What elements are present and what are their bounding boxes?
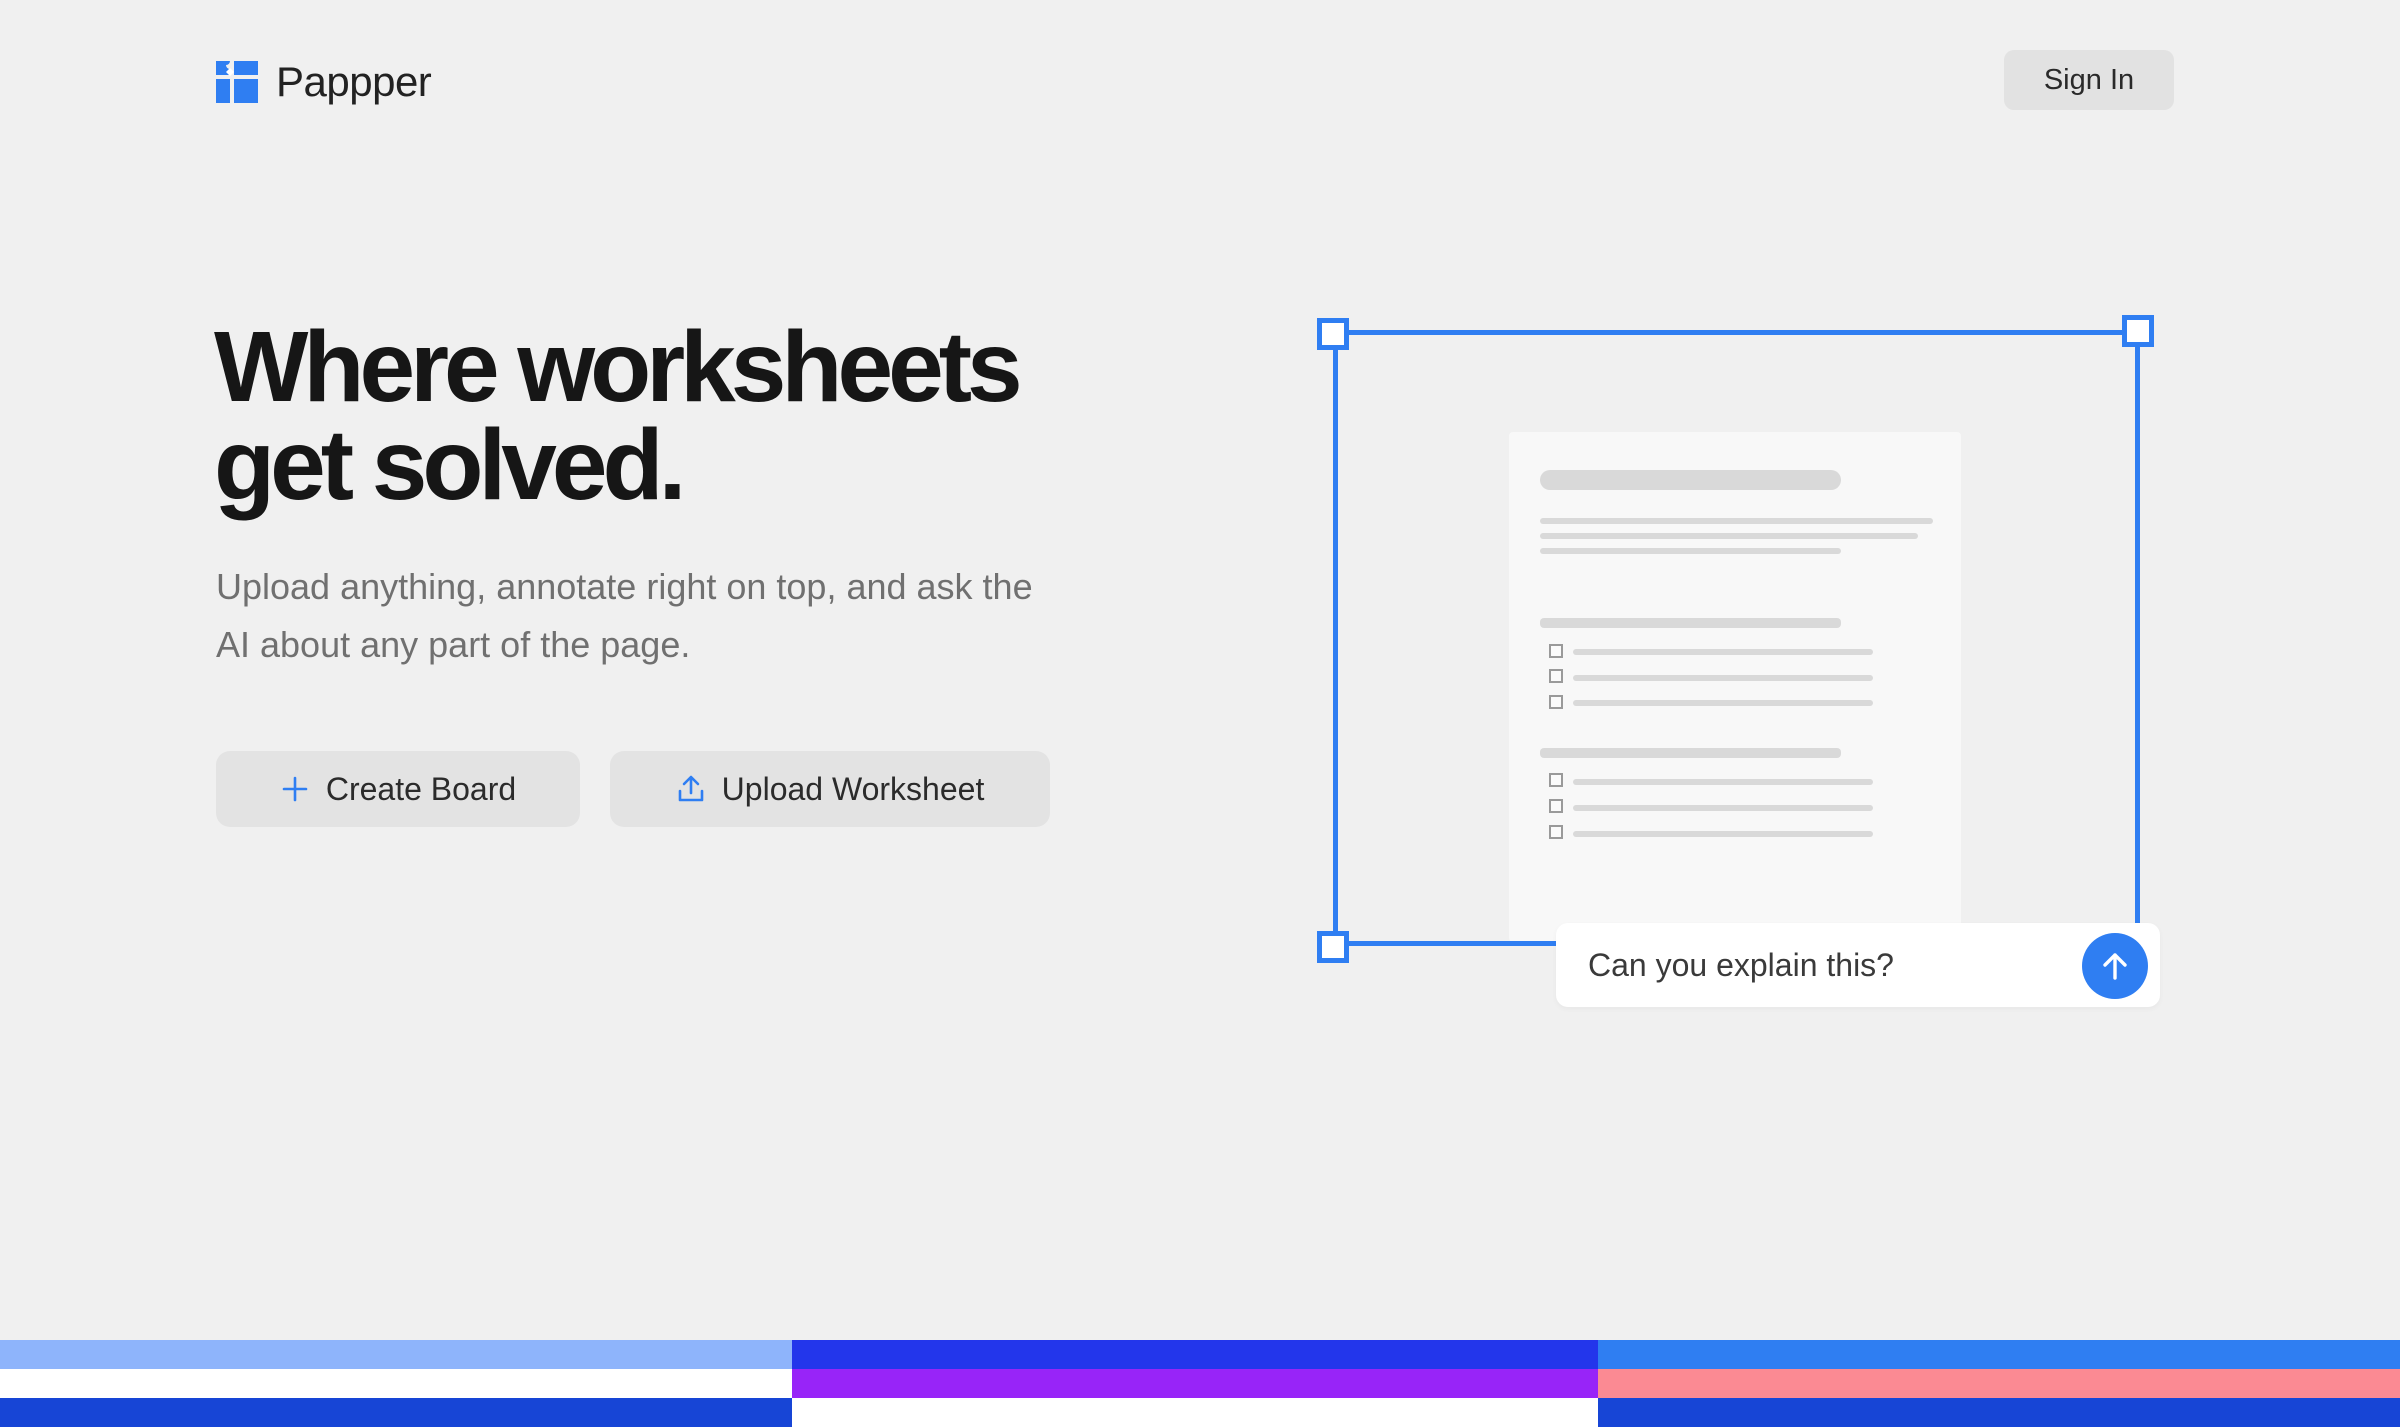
chat-prompt-text: Can you explain this?: [1588, 947, 1894, 983]
pappper-logo-icon: [216, 61, 258, 103]
stripe: [1598, 1369, 2400, 1398]
doc-option-line: [1573, 675, 1873, 681]
selection-handle-bottom-left: [1317, 931, 1349, 963]
doc-checkbox: [1549, 695, 1563, 709]
ai-chat-bubble[interactable]: Can you explain this?: [1556, 923, 2160, 1007]
doc-section-heading: [1540, 748, 1841, 758]
doc-option-line: [1573, 700, 1873, 706]
doc-checkbox: [1549, 644, 1563, 658]
stripe: [792, 1340, 1598, 1369]
arrow-up-icon: [2097, 948, 2133, 984]
doc-option-line: [1573, 831, 1873, 837]
brand-name: Pappper: [276, 58, 432, 105]
stripe: [792, 1369, 1598, 1398]
send-button[interactable]: [2082, 933, 2148, 999]
stripe-column-right: [1598, 1340, 2400, 1427]
hero-headline: Where worksheets get solved.: [214, 317, 1114, 515]
stripe: [0, 1340, 792, 1369]
create-board-button[interactable]: Create Board: [216, 751, 580, 827]
stripe-column-middle: [792, 1340, 1598, 1427]
selection-handle-top-right: [2122, 315, 2154, 347]
doc-option-line: [1573, 649, 1873, 655]
landing-page: Pappper Sign In Where worksheets get sol…: [0, 0, 2400, 1427]
stripe: [0, 1369, 792, 1398]
footer-color-stripes: [0, 1340, 2400, 1427]
doc-section-heading: [1540, 618, 1841, 628]
brand-logo[interactable]: Pappper: [216, 58, 432, 106]
hero-subtitle: Upload anything, annotate right on top, …: [216, 566, 1033, 665]
doc-checkbox: [1549, 825, 1563, 839]
plus-icon: [280, 774, 310, 804]
selection-frame: [1333, 330, 2140, 946]
doc-checkbox: [1549, 773, 1563, 787]
sign-in-button[interactable]: Sign In: [2004, 50, 2174, 110]
doc-option-line: [1573, 779, 1873, 785]
upload-icon: [676, 774, 706, 804]
stripe: [0, 1398, 792, 1427]
hero-illustration: Can you explain this?: [0, 0, 2400, 1427]
stripe: [792, 1398, 1598, 1427]
selection-handle-top-left: [1317, 318, 1349, 350]
upload-worksheet-label: Upload Worksheet: [721, 770, 985, 807]
upload-worksheet-button[interactable]: Upload Worksheet: [610, 751, 1050, 827]
create-board-label: Create Board: [325, 770, 517, 807]
hero-headline-line2: get solved.: [214, 409, 686, 521]
hero-headline-line1: Where worksheets: [214, 311, 1023, 423]
doc-text-line: [1540, 518, 1933, 524]
stripe: [1598, 1398, 2400, 1427]
doc-option-line: [1573, 805, 1873, 811]
stripe: [1598, 1340, 2400, 1369]
doc-text-line: [1540, 548, 1841, 554]
stripe-column-left: [0, 1340, 792, 1427]
doc-checkbox: [1549, 799, 1563, 813]
doc-text-line: [1540, 533, 1918, 539]
worksheet-preview: [1509, 432, 1961, 942]
doc-title-bar: [1540, 470, 1841, 490]
doc-checkbox: [1549, 669, 1563, 683]
